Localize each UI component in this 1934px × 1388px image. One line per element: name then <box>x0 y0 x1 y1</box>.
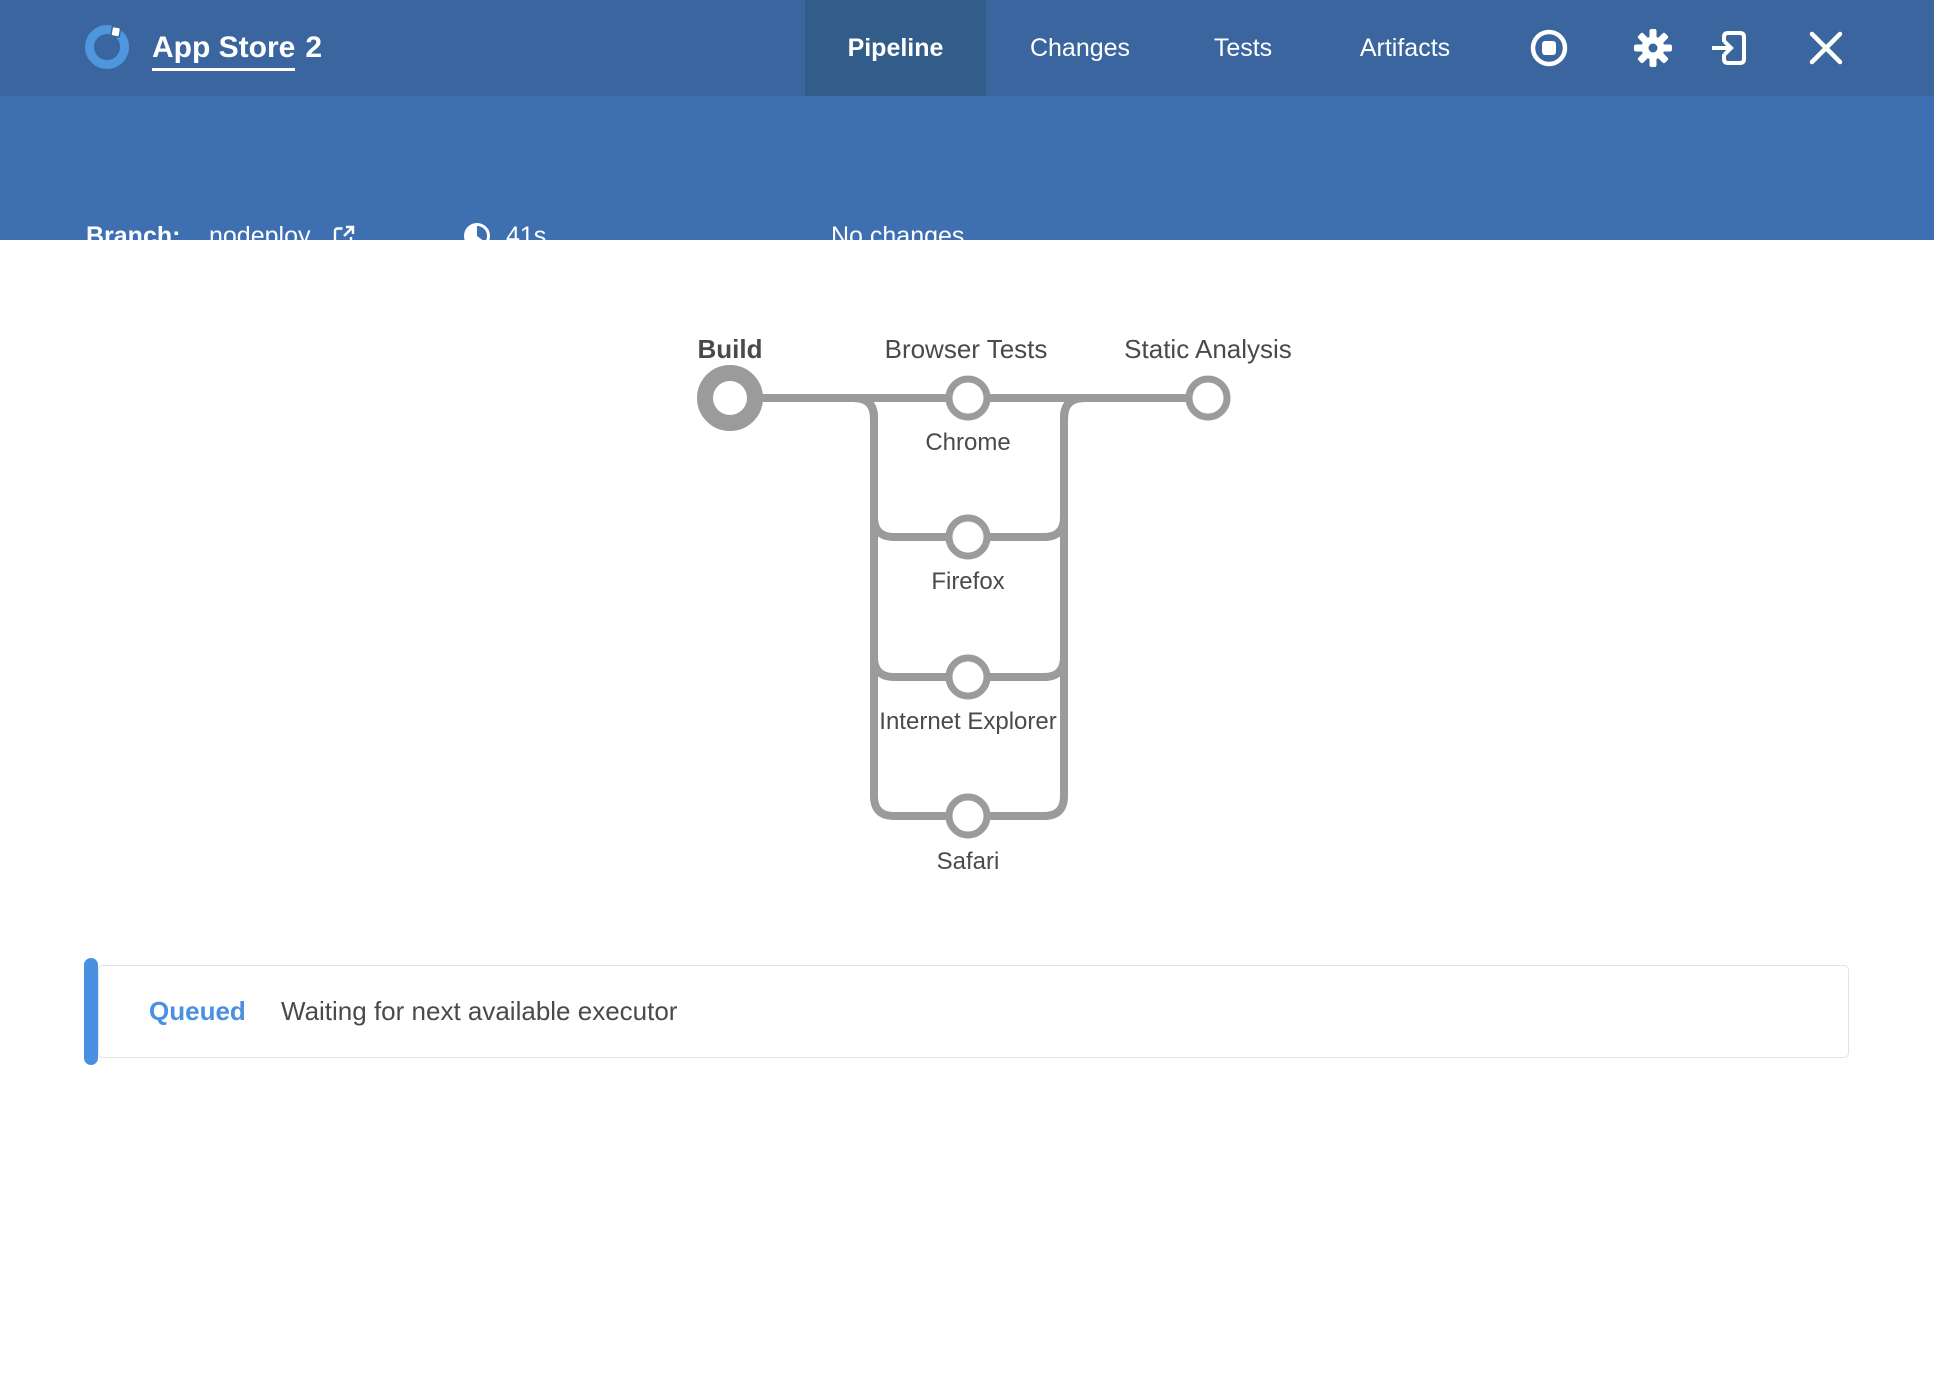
status-accent-bar <box>84 958 98 1065</box>
branch-label-firefox: Firefox <box>931 568 1004 596</box>
branch-label-internet-explorer: Internet Explorer <box>879 708 1056 736</box>
node-chrome[interactable] <box>949 379 987 417</box>
node-safari[interactable] <box>949 797 987 835</box>
stage-label-build: Build <box>698 334 763 364</box>
status-row-queued[interactable]: Queued Waiting for next available execut… <box>98 965 1849 1058</box>
branch-label-safari: Safari <box>937 848 1000 876</box>
stage-label-browser-tests: Browser Tests <box>885 334 1048 364</box>
node-build[interactable] <box>705 373 755 423</box>
branch-label-chrome: Chrome <box>925 429 1010 457</box>
stage-label-static-analysis: Static Analysis <box>1124 334 1292 364</box>
status-badge: Queued <box>149 966 246 1057</box>
pipeline-graph <box>0 0 1934 1388</box>
pipeline-edges <box>730 398 1208 816</box>
node-firefox[interactable] <box>949 518 987 556</box>
blue-ocean-pipeline-page: App Store2 Pipeline Changes Tests Artifa… <box>0 0 1934 1388</box>
status-message: Waiting for next available executor <box>281 966 677 1057</box>
node-internet-explorer[interactable] <box>949 658 987 696</box>
node-static-analysis[interactable] <box>1189 379 1227 417</box>
